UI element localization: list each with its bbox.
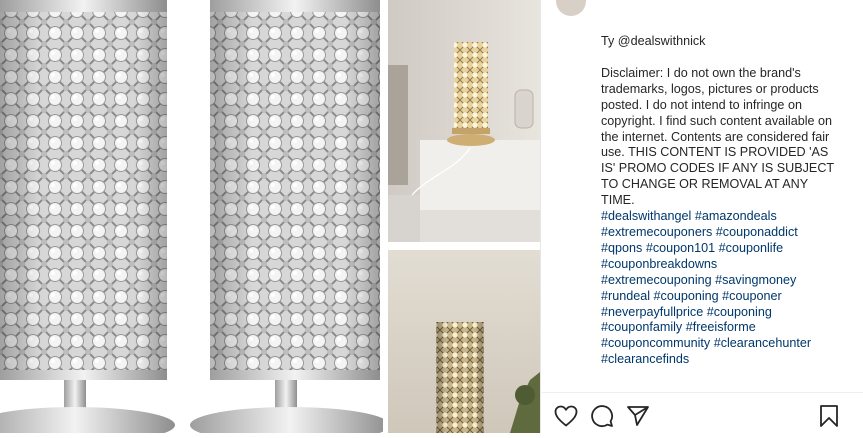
hashtag-line[interactable]: #clearancefinds: [601, 352, 839, 368]
hashtag-line[interactable]: #dealswithangel #amazondeals: [601, 209, 839, 225]
instagram-post-view: Ty @dealswithnick Disclaimer: I do not o…: [0, 0, 863, 438]
paper-plane-icon: [627, 406, 649, 426]
hashtag-line[interactable]: #qpons #coupon101 #couponlife: [601, 241, 839, 257]
hashtag-line[interactable]: #neverpayfullprice #couponing: [601, 305, 839, 321]
media-divider-horizontal: [388, 242, 540, 250]
bookmark-icon: [820, 405, 838, 427]
caption-spacer: [601, 50, 839, 66]
media-divider-vertical: [383, 0, 388, 433]
save-button[interactable]: [815, 402, 843, 430]
heart-icon: [554, 405, 578, 427]
share-button[interactable]: [624, 402, 652, 430]
post-actions-bar: [540, 392, 863, 433]
comment-button[interactable]: [588, 402, 616, 430]
post-media[interactable]: [0, 0, 540, 438]
disclaimer-text: Disclaimer: I do not own the brand's tra…: [601, 65, 834, 208]
hashtag-list: #dealswithangel #amazondeals #extremecou…: [601, 209, 839, 368]
caption-faded-line: [601, 24, 839, 34]
hashtag-line[interactable]: #couponfamily #freeisforme: [601, 320, 839, 336]
hashtag-line[interactable]: #extremecouponers #couponaddict: [601, 225, 839, 241]
hashtag-line[interactable]: #rundeal #couponing #couponer: [601, 289, 839, 305]
hashtag-line[interactable]: #extremecouponing #savingmoney: [601, 273, 839, 289]
comment-icon: [591, 405, 613, 427]
crystal-lamp-left: [0, 0, 175, 438]
like-button[interactable]: [552, 402, 580, 430]
crystal-lamp-right: [190, 0, 390, 438]
hashtag-line[interactable]: #couponcommunity #clearancehunter: [601, 336, 839, 352]
lamp-bedroom-photo: [388, 0, 540, 242]
lamp-dark-room-photo: [388, 250, 540, 433]
credit-text: Ty @dealswithnick: [601, 34, 706, 48]
hashtag-line[interactable]: #couponbreakdowns: [601, 257, 839, 273]
product-collage-image: [0, 0, 540, 438]
post-caption: Ty @dealswithnick Disclaimer: I do not o…: [601, 24, 839, 368]
credit-line: Ty @dealswithnick: [601, 34, 839, 50]
